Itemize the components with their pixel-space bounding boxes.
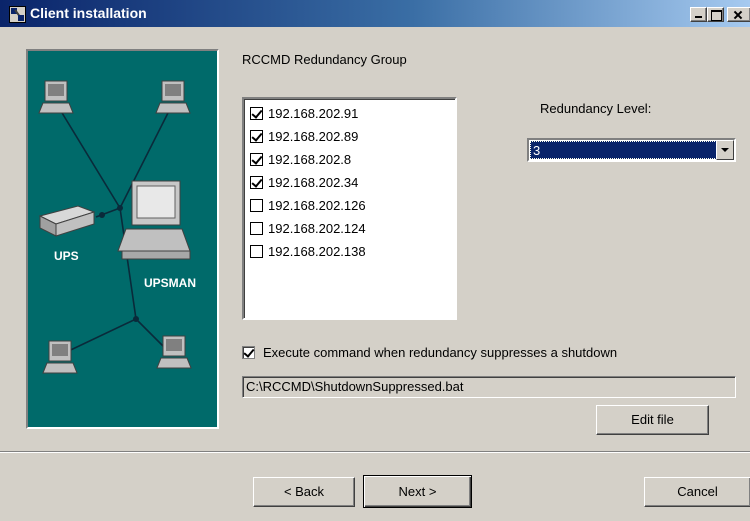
item-ip: 192.168.202.126 bbox=[268, 197, 366, 213]
client-computer-icon bbox=[38, 80, 74, 114]
list-item[interactable]: 192.168.202.34 bbox=[250, 172, 358, 192]
cancel-button[interactable]: Cancel bbox=[644, 477, 750, 507]
list-item[interactable]: 192.168.202.138 bbox=[250, 241, 366, 261]
command-path-field[interactable]: C:\RCCMD\ShutdownSuppressed.bat bbox=[242, 376, 736, 398]
client-computer-icon bbox=[42, 340, 78, 374]
ups-device-icon bbox=[38, 205, 96, 237]
upsman-server-icon bbox=[117, 180, 191, 260]
next-button[interactable]: Next > bbox=[363, 475, 472, 508]
item-ip: 192.168.202.34 bbox=[268, 174, 359, 190]
redundancy-group-list[interactable]: 192.168.202.91 192.168.202.89 192.168.20… bbox=[242, 97, 457, 320]
redundancy-group-title: RCCMD Redundancy Group bbox=[242, 52, 407, 67]
minimize-button[interactable] bbox=[690, 7, 707, 22]
window-title: Client installation bbox=[30, 5, 147, 21]
execute-command-checkbox[interactable] bbox=[242, 346, 255, 359]
item-checkbox[interactable] bbox=[250, 221, 263, 235]
edit-file-button[interactable]: Edit file bbox=[596, 405, 709, 435]
title-bar[interactable]: Client installation bbox=[0, 0, 750, 27]
network-diagram: UPS UPSMAN bbox=[26, 49, 219, 429]
item-ip: 192.168.202.8 bbox=[268, 151, 352, 167]
redundancy-level-label: Redundancy Level: bbox=[540, 101, 652, 116]
redundancy-level-select[interactable]: 3 bbox=[527, 138, 736, 162]
item-checkbox[interactable] bbox=[250, 129, 263, 143]
item-ip: 192.168.202.91 bbox=[268, 105, 359, 121]
list-item[interactable]: 192.168.202.89 bbox=[250, 126, 358, 146]
client-computer-icon bbox=[156, 335, 192, 369]
maximize-button[interactable] bbox=[707, 7, 724, 22]
item-checkbox[interactable] bbox=[250, 244, 263, 258]
back-button[interactable]: < Back bbox=[253, 477, 355, 507]
list-item[interactable]: 192.168.202.8 bbox=[250, 149, 351, 169]
item-ip: 192.168.202.138 bbox=[268, 243, 366, 259]
item-checkbox[interactable] bbox=[250, 198, 263, 212]
list-item[interactable]: 192.168.202.126 bbox=[250, 195, 366, 215]
upsman-label: UPSMAN bbox=[144, 276, 197, 290]
client-computer-icon bbox=[155, 80, 191, 114]
list-item[interactable]: 192.168.202.124 bbox=[250, 218, 366, 238]
execute-command-label: Execute command when redundancy suppress… bbox=[263, 345, 618, 360]
item-checkbox[interactable] bbox=[250, 175, 263, 189]
close-button[interactable] bbox=[727, 7, 750, 22]
chevron-down-icon[interactable] bbox=[716, 140, 734, 160]
item-ip: 192.168.202.89 bbox=[268, 128, 359, 144]
separator bbox=[0, 451, 750, 453]
execute-command-option[interactable]: Execute command when redundancy suppress… bbox=[242, 345, 617, 360]
network-diagram-graphic bbox=[38, 80, 192, 374]
redundancy-level-value: 3 bbox=[530, 141, 717, 159]
list-item[interactable]: 192.168.202.91 bbox=[250, 103, 358, 123]
app-network-icon bbox=[9, 6, 26, 23]
ups-label: UPS bbox=[54, 249, 79, 263]
item-ip: 192.168.202.124 bbox=[268, 220, 366, 236]
item-checkbox[interactable] bbox=[250, 152, 263, 166]
item-checkbox[interactable] bbox=[250, 106, 263, 120]
